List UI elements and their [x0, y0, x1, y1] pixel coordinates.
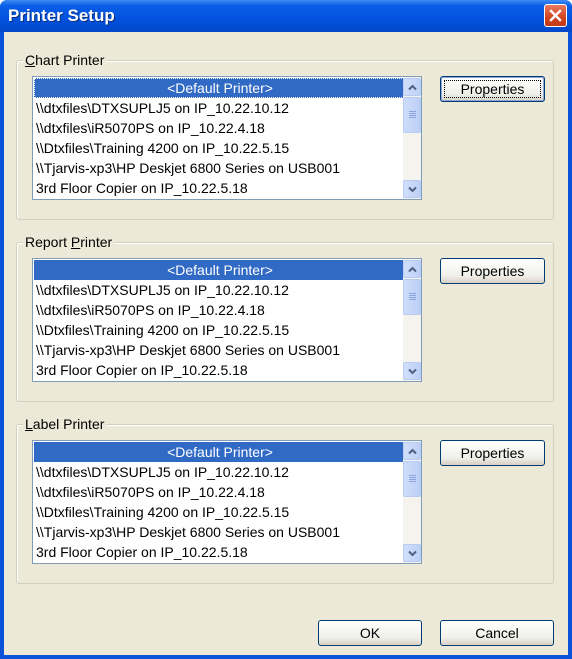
cancel-button[interactable]: Cancel — [440, 620, 554, 646]
list-item[interactable]: \\Tjarvis-xp3\HP Deskjet 6800 Series on … — [34, 340, 404, 360]
scroll-down-arrow-icon — [408, 368, 417, 375]
list-item[interactable]: \\dtxfiles\iR5070PS on IP_10.22.4.18 — [34, 482, 404, 502]
list-item[interactable]: \\Tjarvis-xp3\HP Deskjet 6800 Series on … — [34, 522, 404, 542]
list-item[interactable]: \\Dtxfiles\Training 4200 on IP_10.22.5.1… — [34, 320, 404, 340]
grip-line — [409, 297, 416, 298]
title-bar[interactable]: Printer Setup — [0, 0, 572, 32]
vertical-scrollbar[interactable] — [403, 441, 421, 563]
list-item[interactable]: \\dtxfiles\DTXSUPLJ5 on IP_10.22.10.12 — [34, 280, 404, 300]
chart-properties-button[interactable]: Properties — [440, 76, 545, 102]
report-printer-label: Report Printer — [23, 234, 115, 250]
ok-button-label: OK — [359, 625, 381, 641]
list-item[interactable]: \\dtxfiles\iR5070PS on IP_10.22.4.18 — [34, 118, 404, 138]
scroll-thumb[interactable] — [403, 97, 421, 133]
label-printer-label: Label Printer — [23, 416, 107, 432]
vertical-scrollbar[interactable] — [403, 77, 421, 199]
scroll-down-button[interactable] — [403, 362, 421, 380]
cancel-button-label: Cancel — [475, 625, 519, 641]
grip-line — [409, 111, 416, 112]
dialog-body: Chart Printer <Default Printer> \\dtxfil… — [4, 32, 568, 655]
list-item[interactable]: \\Tjarvis-xp3\HP Deskjet 6800 Series on … — [34, 158, 404, 178]
chart-printer-label: Chart Printer — [23, 52, 107, 68]
scroll-up-button[interactable] — [403, 260, 421, 278]
list-item[interactable]: <Default Printer> — [34, 442, 404, 462]
report-properties-button[interactable]: Properties — [440, 258, 545, 284]
printer-items: <Default Printer> \\dtxfiles\DTXSUPLJ5 o… — [34, 78, 404, 198]
grip-line — [409, 295, 416, 296]
list-item[interactable]: \\Dtxfiles\Training 4200 on IP_10.22.5.1… — [34, 502, 404, 522]
scroll-up-button[interactable] — [403, 442, 421, 460]
scroll-down-button[interactable] — [403, 544, 421, 562]
printer-items: <Default Printer> \\dtxfiles\DTXSUPLJ5 o… — [34, 260, 404, 380]
grip-line — [409, 475, 416, 476]
vertical-scrollbar[interactable] — [403, 259, 421, 381]
scroll-thumb[interactable] — [403, 461, 421, 497]
printer-setup-window: Printer Setup Chart Printer <Default Pri… — [0, 0, 572, 659]
scroll-up-arrow-icon — [408, 84, 417, 91]
window-title: Printer Setup — [8, 6, 115, 25]
close-icon — [549, 9, 562, 22]
list-item[interactable]: \\dtxfiles\iR5070PS on IP_10.22.4.18 — [34, 300, 404, 320]
list-item[interactable]: 3rd Floor Copier on IP_10.22.5.18 — [34, 542, 404, 562]
grip-line — [409, 117, 416, 118]
close-button[interactable] — [544, 4, 567, 27]
list-item[interactable]: \\dtxfiles\DTXSUPLJ5 on IP_10.22.10.12 — [34, 462, 404, 482]
scroll-down-arrow-icon — [408, 550, 417, 557]
scroll-down-button[interactable] — [403, 180, 421, 198]
report-printer-list[interactable]: <Default Printer> \\dtxfiles\DTXSUPLJ5 o… — [32, 258, 422, 382]
label-printer-group: Label Printer <Default Printer> \\dtxfil… — [16, 416, 556, 586]
printer-items: <Default Printer> \\dtxfiles\DTXSUPLJ5 o… — [34, 442, 404, 562]
report-properties-button-label: Properties — [460, 263, 525, 279]
list-item[interactable]: \\dtxfiles\DTXSUPLJ5 on IP_10.22.10.12 — [34, 98, 404, 118]
label-properties-button-label: Properties — [460, 445, 525, 461]
chart-printer-group: Chart Printer <Default Printer> \\dtxfil… — [16, 52, 556, 222]
scroll-up-arrow-icon — [408, 266, 417, 273]
grip-line — [409, 115, 416, 116]
scroll-up-button[interactable] — [403, 78, 421, 96]
scroll-down-arrow-icon — [408, 186, 417, 193]
list-item[interactable]: 3rd Floor Copier on IP_10.22.5.18 — [34, 360, 404, 380]
list-item[interactable]: 3rd Floor Copier on IP_10.22.5.18 — [34, 178, 404, 198]
grip-line — [409, 479, 416, 480]
scroll-up-arrow-icon — [408, 448, 417, 455]
list-item[interactable]: \\Dtxfiles\Training 4200 on IP_10.22.5.1… — [34, 138, 404, 158]
chart-properties-button-label: Properties — [460, 81, 525, 97]
grip-line — [409, 299, 416, 300]
grip-line — [409, 481, 416, 482]
grip-line — [409, 293, 416, 294]
ok-button[interactable]: OK — [318, 620, 422, 646]
label-properties-button[interactable]: Properties — [440, 440, 545, 466]
scroll-thumb[interactable] — [403, 279, 421, 315]
list-item[interactable]: <Default Printer> — [34, 78, 404, 98]
chart-printer-list[interactable]: <Default Printer> \\dtxfiles\DTXSUPLJ5 o… — [32, 76, 422, 200]
report-printer-group: Report Printer <Default Printer> \\dtxfi… — [16, 234, 556, 404]
label-printer-list[interactable]: <Default Printer> \\dtxfiles\DTXSUPLJ5 o… — [32, 440, 422, 564]
grip-line — [409, 113, 416, 114]
grip-line — [409, 477, 416, 478]
list-item[interactable]: <Default Printer> — [34, 260, 404, 280]
